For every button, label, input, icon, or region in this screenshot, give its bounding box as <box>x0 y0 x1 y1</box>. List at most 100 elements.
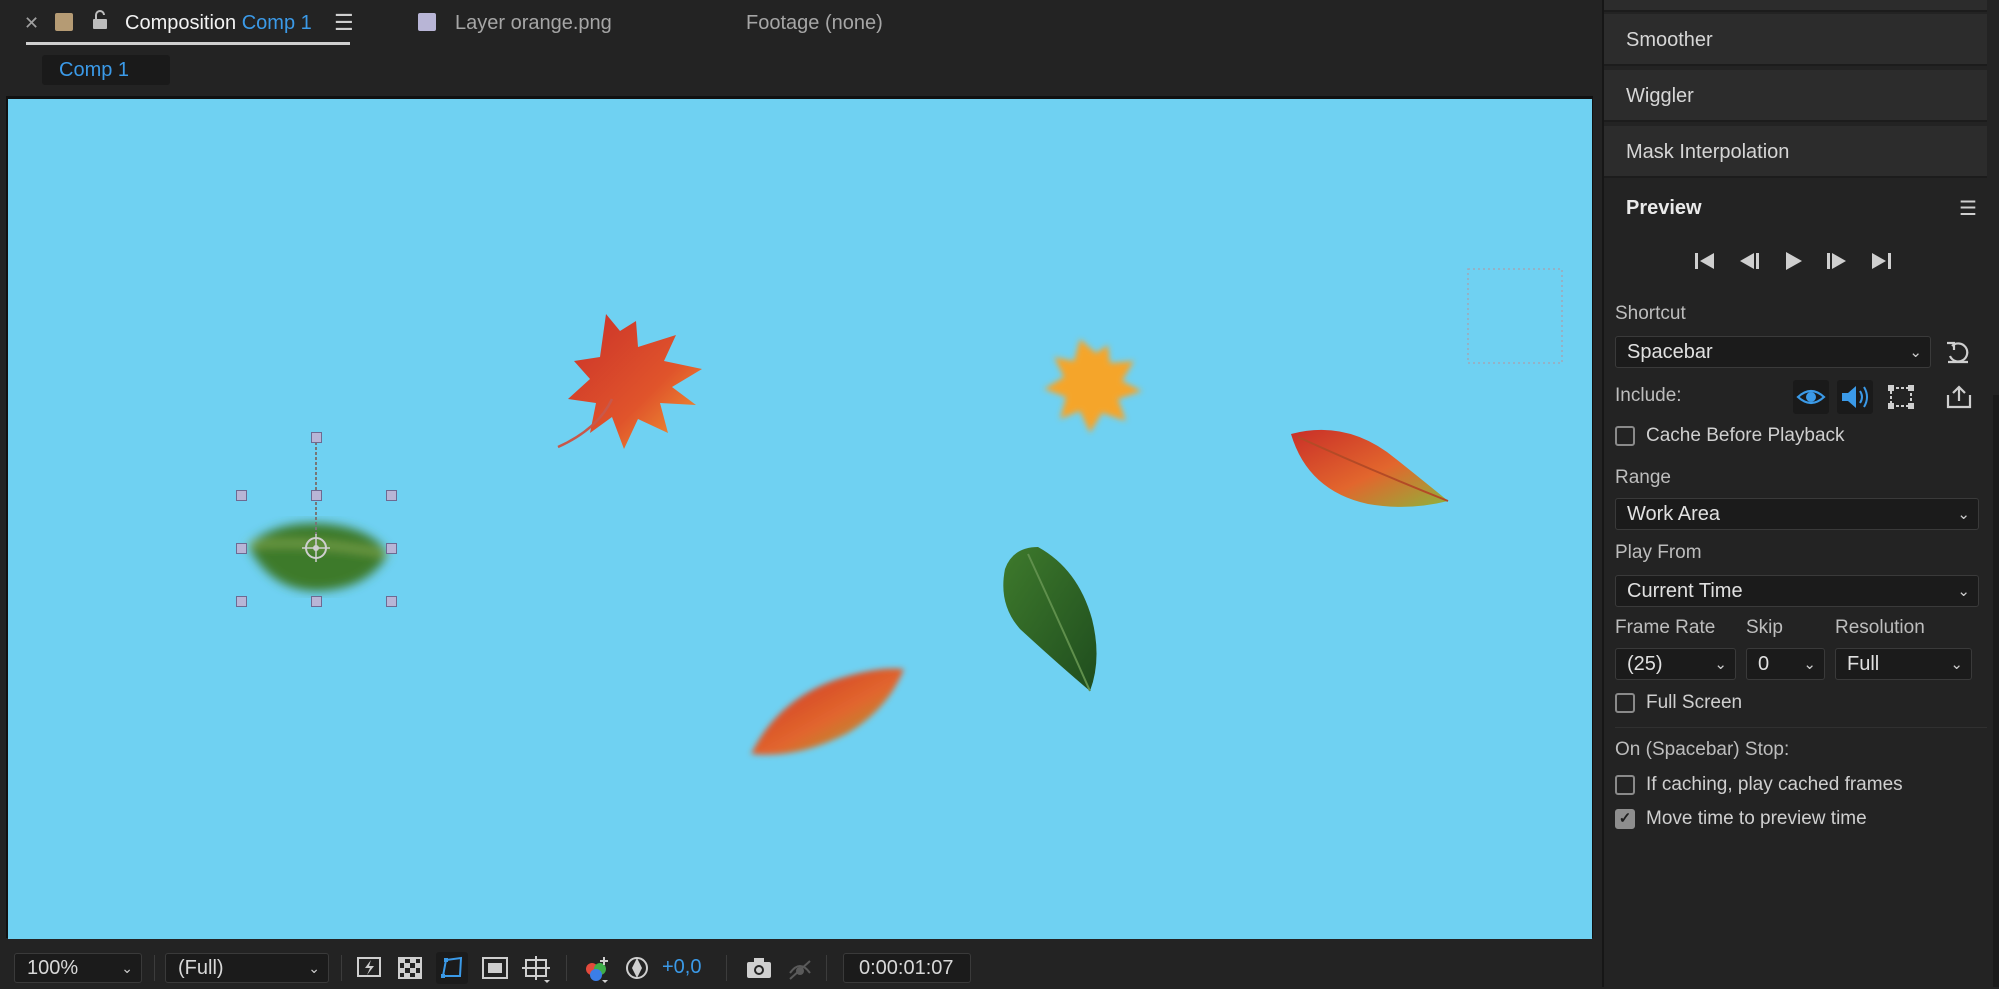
full-screen-label: Full Screen <box>1646 692 1743 713</box>
frame-rate-label: Frame Rate <box>1615 617 1716 638</box>
chevron-down-icon: ⌄ <box>1909 344 1922 361</box>
toolbar-divider <box>726 955 727 981</box>
show-snapshot-icon[interactable] <box>786 955 814 986</box>
resolution-dropdown[interactable]: (Full) ⌄ <box>165 953 329 983</box>
range-value: Work Area <box>1627 503 1720 525</box>
green-leaf-center <box>1003 547 1097 692</box>
red-maple-leaf <box>557 314 702 449</box>
skip-label: Skip <box>1746 617 1783 638</box>
section-divider <box>1615 727 1987 728</box>
if-caching-checkbox[interactable] <box>1615 775 1635 795</box>
play-from-dropdown[interactable]: Current Time ⌄ <box>1615 575 1979 607</box>
current-time-display[interactable]: 0:00:01:07 <box>843 953 971 983</box>
play-icon[interactable] <box>1782 250 1804 277</box>
active-tab-underline <box>26 42 350 45</box>
region-of-interest-icon[interactable] <box>482 957 508 984</box>
play-from-value: Current Time <box>1627 580 1743 602</box>
last-frame-icon[interactable] <box>1868 250 1894 277</box>
panel-menu-icon[interactable]: ☰ <box>1959 196 1977 221</box>
composition-panel: ✕ Composition Comp 1 ☰ Layer orange.png … <box>0 0 1596 987</box>
fast-previews-icon[interactable] <box>356 955 384 986</box>
frame-rate-value: (25) <box>1627 653 1663 675</box>
toolbar-divider <box>566 955 567 981</box>
previous-frame-icon[interactable] <box>1736 250 1762 277</box>
layer-tab[interactable]: Layer orange.png <box>455 12 612 35</box>
color-channels-icon[interactable] <box>582 953 612 988</box>
wiggler-panel-tab[interactable]: Wiggler <box>1604 70 1987 122</box>
chevron-down-icon: ⌄ <box>1803 656 1816 673</box>
next-frame-icon[interactable] <box>1824 250 1850 277</box>
transparency-grid-icon[interactable] <box>398 957 422 984</box>
toolbar-divider <box>826 955 827 981</box>
range-label: Range <box>1615 467 1671 488</box>
smoother-panel-tab[interactable]: Smoother <box>1604 14 1987 66</box>
smoother-label: Smoother <box>1626 29 1713 51</box>
transform-handle-top-right[interactable] <box>386 490 397 501</box>
toolbar-divider <box>154 955 155 981</box>
play-from-label: Play From <box>1615 542 1702 563</box>
transform-handle-top-left[interactable] <box>236 490 247 501</box>
composition-tab[interactable]: Composition Comp 1 <box>125 12 312 35</box>
exposure-value[interactable]: +0,0 <box>662 956 701 979</box>
move-time-checkbox[interactable]: ✓ <box>1615 809 1635 829</box>
cache-before-playback-label: Cache Before Playback <box>1646 425 1845 446</box>
resolution-value-preview: Full <box>1847 653 1880 675</box>
red-green-leaf-bottom <box>751 668 904 755</box>
panel-scrollbar[interactable] <box>1993 395 1999 987</box>
grid-guides-icon[interactable] <box>522 954 552 989</box>
rotation-handle[interactable] <box>311 432 322 443</box>
resolution-label: Resolution <box>1835 617 1925 638</box>
include-audio-icon[interactable] <box>1837 380 1873 414</box>
first-frame-icon[interactable] <box>1692 250 1718 277</box>
transform-handle-right[interactable] <box>386 543 397 554</box>
skip-dropdown[interactable]: 0 ⌄ <box>1746 648 1825 680</box>
frame-rate-dropdown[interactable]: (25) ⌄ <box>1615 648 1736 680</box>
transform-handle-top[interactable] <box>311 490 322 501</box>
toolbar-divider <box>341 955 342 981</box>
transform-handle-bottom-left[interactable] <box>236 596 247 607</box>
export-preview-icon[interactable] <box>1944 383 1974 416</box>
layer-bounds-outline <box>1467 268 1563 364</box>
include-overlays-icon[interactable] <box>1886 383 1916 416</box>
magnification-dropdown[interactable]: 100% ⌄ <box>14 953 142 983</box>
resolution-dropdown-preview[interactable]: Full ⌄ <box>1835 648 1972 680</box>
chevron-down-icon: ⌄ <box>308 960 320 976</box>
close-tab-icon[interactable]: ✕ <box>24 13 39 34</box>
chevron-down-icon: ⌄ <box>1957 506 1970 523</box>
mask-path-visibility-icon[interactable] <box>436 952 468 984</box>
range-dropdown[interactable]: Work Area ⌄ <box>1615 498 1979 530</box>
include-video-icon[interactable] <box>1793 380 1829 414</box>
transform-handle-bottom[interactable] <box>311 596 322 607</box>
effect-row-cut-off <box>1604 0 1987 12</box>
snapshot-camera-icon[interactable] <box>745 956 773 985</box>
shortcut-label: Shortcut <box>1615 303 1686 324</box>
preview-panel-header: Preview ☰ <box>1604 182 1987 236</box>
shortcut-dropdown[interactable]: Spacebar ⌄ <box>1615 336 1931 368</box>
chevron-down-icon: ⌄ <box>1957 583 1970 600</box>
composition-tab-name: Comp 1 <box>241 12 312 34</box>
move-time-label: Move time to preview time <box>1646 808 1867 829</box>
reset-exposure-icon[interactable] <box>624 955 650 986</box>
comp-breadcrumb-tab[interactable]: Comp 1 <box>42 55 170 85</box>
right-panel: Smoother Wiggler Mask Interpolation Prev… <box>1602 0 1999 987</box>
skip-value: 0 <box>1758 653 1770 675</box>
on-stop-label: On (Spacebar) Stop: <box>1615 739 1790 760</box>
mask-interpolation-label: Mask Interpolation <box>1626 141 1790 163</box>
chevron-down-icon: ⌄ <box>1714 656 1727 673</box>
lock-icon[interactable] <box>91 10 109 35</box>
if-caching-label: If caching, play cached frames <box>1646 774 1903 795</box>
mask-interpolation-panel-tab[interactable]: Mask Interpolation <box>1604 126 1987 178</box>
full-screen-checkbox[interactable] <box>1615 693 1635 713</box>
footage-tab[interactable]: Footage (none) <box>746 12 883 35</box>
transform-handle-bottom-right[interactable] <box>386 596 397 607</box>
red-green-leaf-right <box>1291 429 1449 507</box>
wiggler-label: Wiggler <box>1626 85 1694 107</box>
composition-canvas[interactable] <box>8 99 1592 939</box>
comp-breadcrumb-bar: Comp 1 <box>0 50 1596 96</box>
reset-shortcut-icon[interactable] <box>1944 338 1972 371</box>
panel-tab-bar: ✕ Composition Comp 1 ☰ Layer orange.png … <box>0 0 1596 48</box>
panel-menu-icon[interactable]: ☰ <box>334 10 354 36</box>
cache-before-playback-checkbox[interactable] <box>1615 426 1635 446</box>
transform-handle-left[interactable] <box>236 543 247 554</box>
preview-panel-title: Preview <box>1626 197 1702 219</box>
